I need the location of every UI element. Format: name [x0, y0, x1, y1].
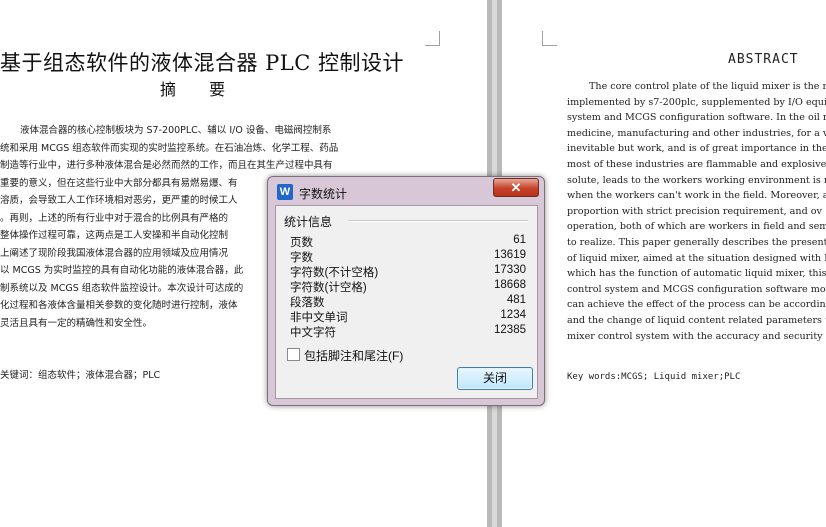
close-button[interactable]: 关闭 [457, 367, 533, 390]
stat-label: 中文字符 [290, 327, 336, 339]
text-line: inevitable but work, and is of great imp… [567, 143, 826, 155]
text-line: implemented by s7-200plc, supplemented b… [567, 96, 826, 108]
stat-value: 13619 [494, 249, 526, 261]
stat-row-pages: 页数 61 [290, 234, 526, 249]
english-abstract-body: The core control plate of the liquid mix… [567, 79, 826, 344]
titlebar-close-button[interactable]: ✕ [493, 178, 539, 197]
stat-row-chars-no-spaces: 字符数(不计空格) 17330 [290, 264, 526, 279]
text-line: 统和采用 MCGS 组态软件而实现的实时监控系统。在石油冶炼、化学工程、药品 [0, 142, 339, 154]
text-line: which has the function of automatic liqu… [567, 268, 826, 280]
text-line: proportion with strict precision require… [567, 205, 822, 217]
stat-label: 字符数(计空格) [290, 282, 367, 294]
stat-label: 字符数(不计空格) [290, 267, 379, 279]
stat-value: 18668 [494, 279, 526, 291]
text-line: can achieve the effect of the process ca… [567, 299, 826, 311]
text-line: 制造等行业中，进行多种液体混合是必然而然的工作，而且在其生产过程中具有 [0, 160, 333, 171]
text-line: to realize. This paper generally describ… [567, 236, 826, 248]
include-footnotes-checkbox[interactable] [287, 348, 300, 361]
word-count-dialog: W 字数统计 ✕ 统计信息 页数 61 字数 13619 字符数(不计空格) 1… [267, 176, 545, 406]
crop-mark [425, 31, 440, 46]
stat-row-words: 字数 13619 [290, 249, 526, 264]
text-line: of liquid mixer, aimed at the situation … [567, 252, 826, 264]
dialog-content: 统计信息 页数 61 字数 13619 字符数(不计空格) 17330 字符数(… [275, 205, 538, 399]
word-app-icon: W [277, 184, 293, 200]
text-line: most of these industries are flammable a… [567, 158, 826, 170]
text-line: mixer control system with the accuracy a… [567, 330, 826, 342]
dialog-title: 字数统计 [299, 187, 348, 201]
stat-row-paragraphs: 段落数 481 [290, 294, 526, 309]
text-line: system and MCGS configuration software. … [567, 112, 826, 124]
stat-label: 非中文单词 [290, 312, 348, 324]
chinese-title: 基于组态软件的液体混合器 PLC 控制设计 [0, 51, 404, 75]
document-page-right: ABSTRACT The core control plate of the l… [502, 0, 826, 527]
chinese-keywords: 关键词：组态软件；液体混合器；PLC [0, 370, 161, 381]
stat-value: 17330 [494, 264, 526, 276]
include-footnotes-label[interactable]: 包括脚注和尾注(F) [304, 347, 403, 364]
close-icon: ✕ [510, 180, 522, 195]
text-line: medicine, manufacturing and other indust… [567, 127, 826, 139]
stat-row-chars-with-spaces: 字符数(计空格) 18668 [290, 279, 526, 294]
text-line: and the change of liquid content related… [567, 314, 826, 326]
stat-label: 页数 [290, 237, 313, 249]
dialog-titlebar[interactable]: W 字数统计 ✕ [268, 177, 544, 205]
text-line: operation, both of which are workers in … [567, 221, 826, 233]
text-line: The core control plate of the liquid mix… [589, 81, 826, 92]
text-line: control system and MCGS configuration so… [567, 283, 826, 295]
stat-value: 12385 [494, 324, 526, 336]
crop-mark [542, 31, 557, 46]
stat-label: 字数 [290, 252, 313, 264]
english-keywords: Key words:MCGS; Liquid mixer;PLC [567, 372, 741, 382]
statistics-group-label: 统计信息 [284, 215, 333, 229]
group-divider [348, 220, 528, 222]
stat-row-non-chinese-words: 非中文单词 1234 [290, 309, 526, 324]
stat-value: 1234 [500, 309, 526, 321]
text-line: solute, leads to the workers working env… [567, 174, 826, 186]
stat-value: 481 [506, 294, 526, 306]
stat-value: 61 [513, 234, 526, 246]
text-line: 液体混合器的核心控制板块为 S7-200PLC、辅以 I/O 设备、电磁阀控制系 [20, 125, 332, 136]
english-abstract-heading: ABSTRACT [728, 52, 799, 67]
stat-row-chinese-chars: 中文字符 12385 [290, 324, 526, 339]
text-line: when the workers can't work in the field… [567, 190, 826, 202]
stat-label: 段落数 [290, 297, 325, 309]
chinese-abstract-heading: 摘 要 [160, 80, 240, 99]
